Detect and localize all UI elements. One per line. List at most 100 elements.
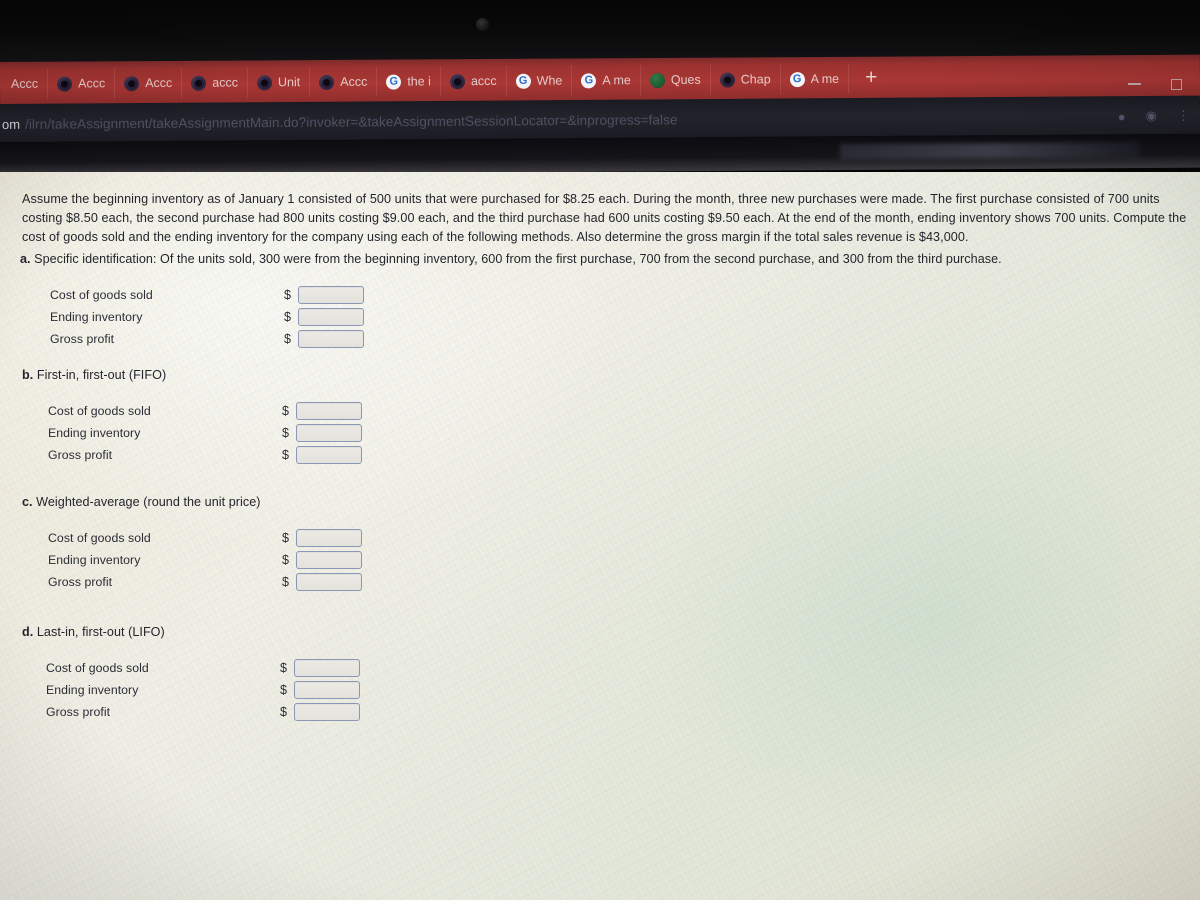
browser-tab[interactable]: Accc: [310, 66, 378, 98]
tab-title: Unit: [277, 75, 301, 90]
section-marker: a.: [20, 252, 31, 266]
answer-row: Gross profit $: [20, 444, 362, 466]
answer-row: Gross profit $: [22, 328, 364, 350]
answer-input[interactable]: [296, 446, 362, 464]
answer-input[interactable]: [298, 330, 364, 348]
url-text[interactable]: /ilrn/takeAssignment/takeAssignmentMain.…: [20, 112, 678, 132]
answer-rows: Cost of goods sold $ Ending inventory $ Gros…: [20, 527, 362, 593]
browser-tab[interactable]: Accc: [1, 68, 49, 99]
quizlet-icon: [449, 73, 465, 89]
answer-row-label: Ending inventory: [46, 683, 139, 697]
answer-row-label: Cost of goods sold: [50, 288, 153, 302]
browser-tab[interactable]: Whe: [506, 65, 573, 96]
currency-symbol: $: [282, 575, 289, 589]
tab-title: Ques: [670, 72, 701, 87]
quizlet-icon: [57, 76, 73, 92]
section-marker: d.: [22, 625, 34, 639]
answer-row: Cost of goods sold $: [18, 657, 360, 679]
laptop-bezel: [0, 0, 1200, 62]
currency-symbol: $: [284, 288, 291, 302]
quizlet-icon: [319, 74, 335, 90]
tab-title: A me: [602, 73, 631, 88]
quizlet-green-icon: [649, 72, 665, 88]
answer-rows: Cost of goods sold $ Ending inventory $ Gros…: [20, 400, 362, 466]
problem-statement: Assume the beginning inventory as of Jan…: [22, 192, 1187, 244]
answer-row-label: Cost of goods sold: [48, 404, 151, 418]
answer-row: Cost of goods sold $: [20, 400, 362, 422]
browser-tab[interactable]: Unit: [247, 67, 311, 98]
tab-title: Accc: [78, 76, 106, 91]
browser-tab[interactable]: Ques: [640, 64, 711, 96]
tab-title: A me: [810, 71, 840, 87]
answer-row: Ending inventory $: [18, 679, 360, 701]
answer-row: Gross profit $: [20, 571, 362, 593]
section-heading: d. Last-in, first-out (LIFO): [22, 625, 165, 639]
answer-input[interactable]: [298, 286, 364, 304]
google-icon: [789, 71, 805, 87]
quizlet-icon: [719, 72, 735, 88]
answer-input[interactable]: [296, 529, 362, 547]
answer-row-label: Gross profit: [46, 705, 111, 719]
currency-symbol: $: [280, 683, 287, 697]
section-heading-text: Last-in, first-out (LIFO): [36, 625, 165, 639]
browser-tab[interactable]: A me: [572, 65, 641, 96]
menu-icon[interactable]: ⋮: [1177, 108, 1190, 124]
answer-input[interactable]: [294, 659, 360, 677]
section-marker: b.: [22, 368, 34, 382]
tab-title: Whe: [536, 73, 563, 88]
answer-input[interactable]: [296, 551, 362, 569]
browser-tab[interactable]: accc: [182, 67, 249, 98]
profile-icon[interactable]: ◉: [1146, 108, 1157, 124]
answer-row: Ending inventory $: [20, 549, 362, 571]
answer-input[interactable]: [296, 573, 362, 591]
answer-input[interactable]: [296, 424, 362, 442]
screenshot-photo: Accc Accc Accc accc Unit Accc the i accc Whe A me…: [0, 0, 1200, 900]
quizlet-icon: [256, 74, 273, 90]
maximize-icon[interactable]: [1171, 78, 1182, 90]
answer-row-label: Ending inventory: [48, 553, 141, 567]
minimize-icon[interactable]: [1128, 83, 1141, 85]
answer-rows: Cost of goods sold $ Ending inventory $ Gros…: [18, 657, 360, 723]
tab-title: Chap: [740, 72, 771, 87]
currency-symbol: $: [282, 531, 289, 545]
tab-title: accc: [470, 73, 497, 89]
browser-chrome-gap: [0, 133, 1200, 176]
tab-title: Accc: [10, 76, 39, 91]
currency-symbol: $: [280, 661, 287, 675]
answer-row: Cost of goods sold $: [20, 527, 362, 549]
currency-symbol: $: [284, 332, 291, 346]
answer-row-label: Cost of goods sold: [48, 531, 151, 545]
answer-input[interactable]: [296, 402, 362, 420]
address-bar-icons[interactable]: ● ◉ ⋮: [1118, 96, 1190, 137]
answer-row-label: Gross profit: [48, 575, 113, 589]
webcam-icon: [476, 18, 489, 31]
tab-title: the i: [407, 74, 431, 89]
section-heading: c. Weighted-average (round the unit pric…: [22, 495, 261, 509]
browser-tab[interactable]: Accc: [115, 67, 183, 99]
browser-tab[interactable]: A me: [780, 63, 850, 95]
browser-tab[interactable]: Chap: [710, 64, 781, 95]
browser-tab[interactable]: Accc: [48, 68, 116, 99]
url-prefix: om: [1, 116, 21, 132]
currency-symbol: $: [282, 448, 289, 462]
currency-symbol: $: [282, 404, 289, 418]
new-tab-button[interactable]: +: [849, 66, 893, 91]
browser-tab[interactable]: accc: [440, 65, 507, 97]
tab-title: Accc: [340, 74, 368, 89]
answer-input[interactable]: [294, 703, 360, 721]
tab-title: Accc: [145, 75, 173, 91]
answer-row-label: Gross profit: [50, 332, 115, 346]
currency-symbol: $: [282, 426, 289, 440]
answer-rows: Cost of goods sold $ Ending inventory $ Gros…: [22, 284, 364, 350]
glare-artifact: [839, 142, 1141, 160]
extension-icon[interactable]: ●: [1118, 109, 1126, 124]
answer-row: Cost of goods sold $: [22, 284, 364, 306]
browser-tab[interactable]: the i: [377, 66, 442, 97]
answer-input[interactable]: [294, 681, 360, 699]
answer-input[interactable]: [298, 308, 364, 326]
answer-row: Ending inventory $: [22, 306, 364, 328]
answer-row-label: Ending inventory: [48, 426, 141, 440]
answer-row: Gross profit $: [18, 701, 360, 723]
google-icon: [515, 73, 531, 89]
currency-symbol: $: [282, 553, 289, 567]
